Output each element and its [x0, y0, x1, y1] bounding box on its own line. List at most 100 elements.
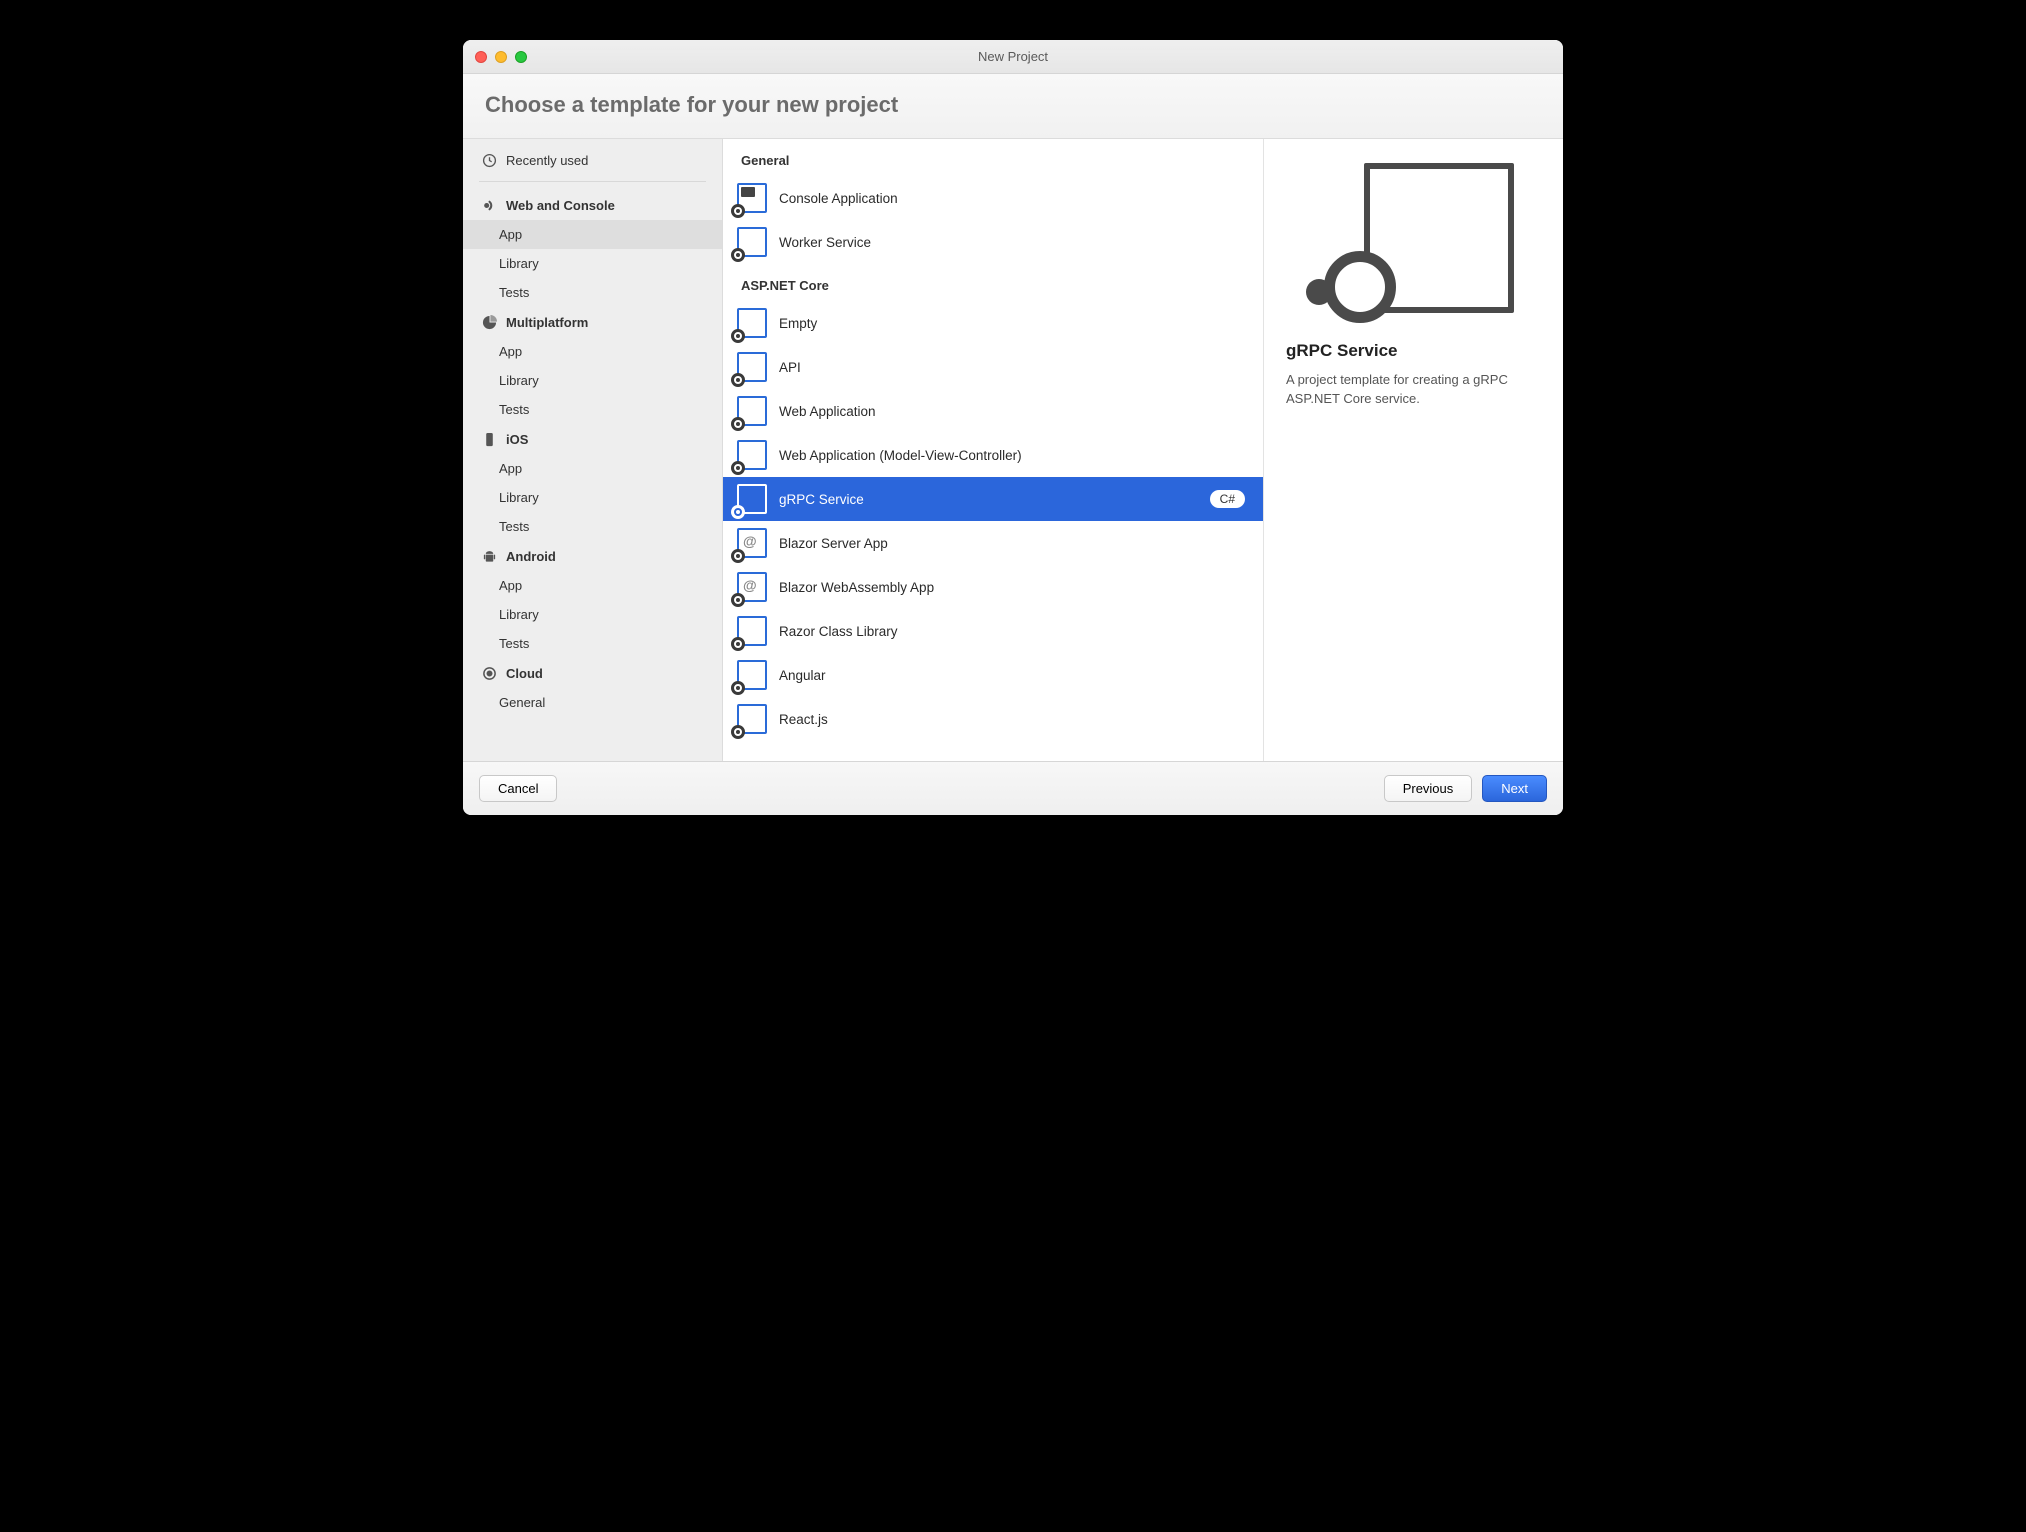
template-details: gRPC Service A project template for crea…: [1263, 139, 1563, 761]
sidebar-item-android-library[interactable]: Library: [463, 600, 722, 629]
sidebar-item-label: Recently used: [506, 153, 588, 168]
sidebar-item-web-and-console-tests[interactable]: Tests: [463, 278, 722, 307]
sidebar-item-ios-app[interactable]: App: [463, 454, 722, 483]
dialog-footer: Cancel Previous Next: [463, 761, 1563, 815]
sidebar-item-label: Tests: [499, 402, 529, 417]
template-label: Empty: [779, 316, 1245, 331]
template-section-general: General: [723, 139, 1263, 176]
project-icon: [737, 183, 767, 213]
project-icon: @: [737, 572, 767, 602]
template-web-application[interactable]: Web Application: [723, 389, 1263, 433]
project-icon: [737, 484, 767, 514]
sidebar-item-label: App: [499, 578, 522, 593]
sidebar-group-multiplatform[interactable]: Multiplatform: [463, 307, 722, 337]
next-button[interactable]: Next: [1482, 775, 1547, 802]
template-console-application[interactable]: Console Application: [723, 176, 1263, 220]
sidebar-item-android-tests[interactable]: Tests: [463, 629, 722, 658]
template-grpc-service[interactable]: gRPC Service C#: [723, 477, 1263, 521]
sidebar-item-label: General: [499, 695, 545, 710]
project-icon: [737, 704, 767, 734]
template-label: Angular: [779, 668, 1245, 683]
project-icon: [737, 396, 767, 426]
sidebar-item-android-app[interactable]: App: [463, 571, 722, 600]
template-label: Blazor WebAssembly App: [779, 580, 1245, 595]
template-label: API: [779, 360, 1245, 375]
dotnet-icon: [481, 197, 497, 213]
template-label: gRPC Service: [779, 492, 1198, 507]
clock-icon: [481, 152, 497, 168]
sidebar-group-label: Cloud: [506, 666, 543, 681]
sidebar-item-label: App: [499, 461, 522, 476]
template-razor-class-library[interactable]: Razor Class Library: [723, 609, 1263, 653]
language-badge: C#: [1210, 490, 1245, 508]
template-api[interactable]: API: [723, 345, 1263, 389]
sidebar-group-label: Web and Console: [506, 198, 615, 213]
sidebar-item-web-and-console-library[interactable]: Library: [463, 249, 722, 278]
sidebar-item-label: Library: [499, 373, 539, 388]
sidebar-item-label: App: [499, 344, 522, 359]
sidebar-item-web-and-console-app[interactable]: App: [463, 220, 722, 249]
sidebar-group-android[interactable]: Android: [463, 541, 722, 571]
window-title: New Project: [463, 49, 1563, 64]
template-label: Worker Service: [779, 235, 1245, 250]
titlebar: New Project: [463, 40, 1563, 74]
template-blazor-server-app[interactable]: @ Blazor Server App: [723, 521, 1263, 565]
sidebar-group-label: iOS: [506, 432, 528, 447]
dialog-body: Recently used Web and Console App Librar…: [463, 139, 1563, 761]
sidebar-item-multiplatform-app[interactable]: App: [463, 337, 722, 366]
template-reactjs[interactable]: React.js: [723, 697, 1263, 741]
page-title: Choose a template for your new project: [485, 92, 1541, 118]
details-description: A project template for creating a gRPC A…: [1286, 371, 1541, 409]
new-project-dialog: New Project Choose a template for your n…: [463, 40, 1563, 815]
sidebar-item-label: Library: [499, 490, 539, 505]
project-icon: [737, 440, 767, 470]
sidebar-item-label: Tests: [499, 519, 529, 534]
sidebar-group-label: Multiplatform: [506, 315, 588, 330]
project-icon: @: [737, 528, 767, 558]
sidebar-group-ios[interactable]: iOS: [463, 424, 722, 454]
sidebar-item-recently-used[interactable]: Recently used: [463, 145, 722, 175]
template-list: General Console Application Worker Servi…: [723, 139, 1263, 761]
template-label: Blazor Server App: [779, 536, 1245, 551]
template-label: Razor Class Library: [779, 624, 1245, 639]
template-label: React.js: [779, 712, 1245, 727]
sidebar-item-label: Tests: [499, 636, 529, 651]
template-label: Console Application: [779, 191, 1245, 206]
sidebar-item-ios-tests[interactable]: Tests: [463, 512, 722, 541]
dialog-header: Choose a template for your new project: [463, 74, 1563, 139]
sidebar-item-label: App: [499, 227, 522, 242]
pie-icon: [481, 314, 497, 330]
template-label: Web Application: [779, 404, 1245, 419]
sidebar-group-label: Android: [506, 549, 556, 564]
template-worker-service[interactable]: Worker Service: [723, 220, 1263, 264]
sidebar-item-multiplatform-library[interactable]: Library: [463, 366, 722, 395]
android-icon: [481, 548, 497, 564]
project-icon: [737, 660, 767, 690]
sidebar-group-web-and-console[interactable]: Web and Console: [463, 190, 722, 220]
sidebar-item-label: Library: [499, 256, 539, 271]
category-sidebar: Recently used Web and Console App Librar…: [463, 139, 723, 761]
project-icon: [737, 352, 767, 382]
sidebar-item-multiplatform-tests[interactable]: Tests: [463, 395, 722, 424]
project-icon: [737, 616, 767, 646]
details-title: gRPC Service: [1286, 341, 1541, 361]
template-label: Web Application (Model-View-Controller): [779, 448, 1245, 463]
sidebar-divider: [479, 181, 706, 182]
project-icon: [737, 227, 767, 257]
template-illustration: [1314, 163, 1514, 323]
phone-icon: [481, 431, 497, 447]
sidebar-group-cloud[interactable]: Cloud: [463, 658, 722, 688]
sidebar-item-label: Library: [499, 607, 539, 622]
template-section-aspnet-core: ASP.NET Core: [723, 264, 1263, 301]
template-angular[interactable]: Angular: [723, 653, 1263, 697]
template-blazor-webassembly-app[interactable]: @ Blazor WebAssembly App: [723, 565, 1263, 609]
project-icon: [737, 308, 767, 338]
template-web-application-mvc[interactable]: Web Application (Model-View-Controller): [723, 433, 1263, 477]
target-icon: [481, 665, 497, 681]
sidebar-item-cloud-general[interactable]: General: [463, 688, 722, 717]
sidebar-item-ios-library[interactable]: Library: [463, 483, 722, 512]
sidebar-item-label: Tests: [499, 285, 529, 300]
template-empty[interactable]: Empty: [723, 301, 1263, 345]
cancel-button[interactable]: Cancel: [479, 775, 557, 802]
previous-button[interactable]: Previous: [1384, 775, 1473, 802]
